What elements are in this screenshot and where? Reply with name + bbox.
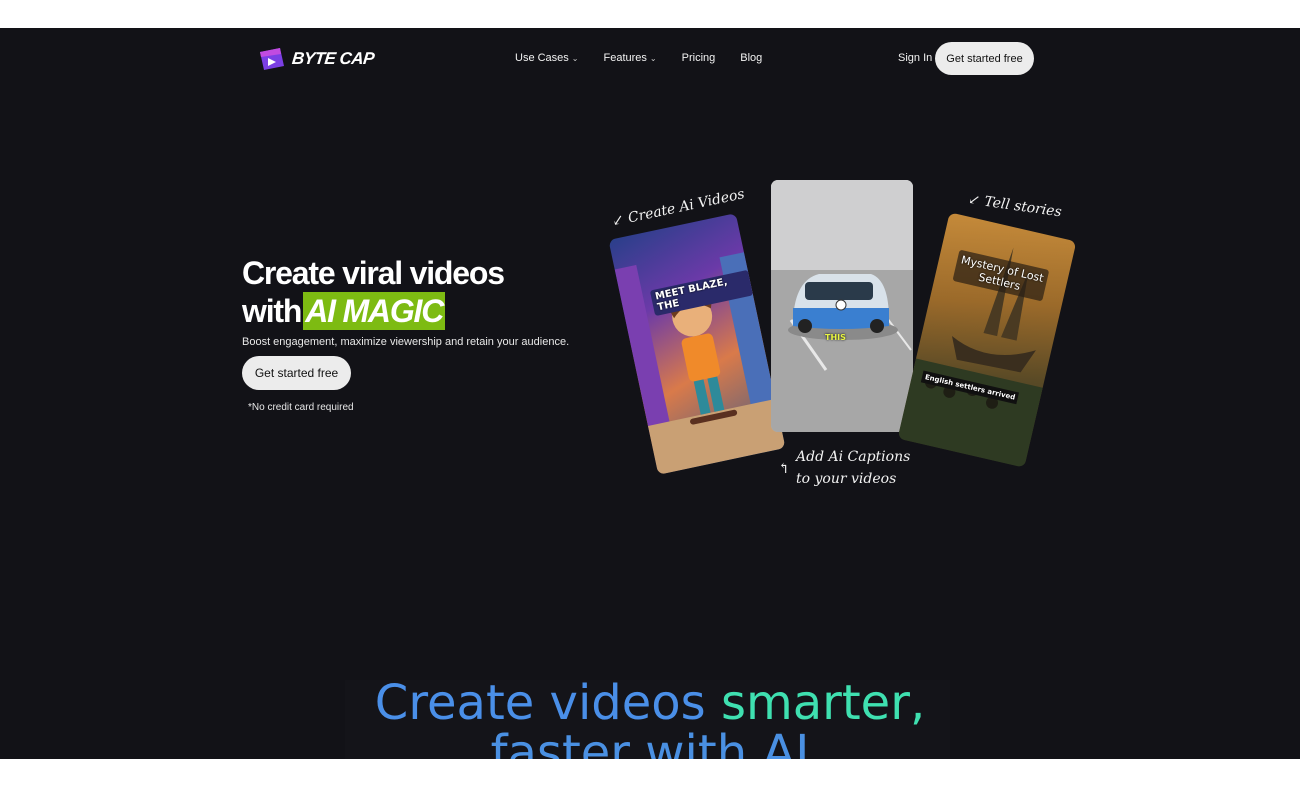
section2-title-part1: Create videos — [374, 675, 706, 731]
nav-label: Features — [603, 52, 647, 64]
ai-captions-preview-card[interactable]: THIS — [771, 180, 913, 432]
ship-story-image — [897, 247, 1043, 468]
nav-item-blog[interactable]: Blog — [740, 52, 762, 64]
section2-title-line2: faster with AI — [490, 725, 810, 759]
storytelling-preview-card[interactable]: Mystery of Lost Settlers English settler… — [897, 212, 1077, 468]
hero-get-started-button[interactable]: Get started free — [242, 356, 351, 390]
nav-get-started-button[interactable]: Get started free — [935, 42, 1034, 75]
nav-item-features[interactable]: Features ⌄ — [604, 52, 657, 64]
chevron-down-icon: ⌄ — [649, 54, 657, 63]
section2-title: Create videos smarter, — [0, 676, 1300, 730]
page-canvas: BYTE CAP Use Cases ⌄ Features ⌄ Pricing … — [0, 28, 1300, 759]
no-credit-card-note: *No credit card required — [248, 402, 354, 413]
video-caption-text: THIS — [825, 333, 846, 342]
chevron-down-icon: ⌄ — [571, 54, 579, 63]
nav-label: Use Cases — [515, 52, 569, 64]
sign-in-link[interactable]: Sign In — [898, 52, 932, 64]
nav-label: Blog — [740, 52, 763, 64]
cartoon-skater-image — [614, 252, 786, 475]
hero-title: Create viral videos with AI MAGIC — [242, 254, 505, 330]
nav-label: Pricing — [681, 52, 716, 64]
hero-subtitle: Boost engagement, maximize viewership an… — [242, 336, 570, 348]
arrow-up-icon: ↰ — [778, 461, 790, 477]
section2-title-part2: smarter, — [720, 675, 926, 731]
tell-stories-label: ↙ Tell stories — [967, 191, 1063, 221]
car-video-image — [771, 180, 913, 432]
play-logo-icon — [258, 46, 286, 72]
main-nav: Use Cases ⌄ Features ⌄ Pricing Blog — [515, 52, 762, 64]
ai-video-preview-card[interactable]: MEET BLAZE, THE — [608, 213, 786, 475]
brand-logo[interactable]: BYTE CAP — [258, 46, 376, 72]
hero-title-prefix: with — [242, 293, 302, 329]
add-ai-captions-line1: Add Ai Captions — [796, 449, 911, 465]
add-ai-captions-label: Add Ai Captions to your videos — [796, 446, 910, 490]
brand-name: BYTE CAP — [291, 49, 376, 68]
add-ai-captions-line2: to your videos — [796, 471, 897, 487]
hero-title-highlight: AI MAGIC — [303, 292, 446, 330]
nav-item-use-cases[interactable]: Use Cases ⌄ — [515, 52, 579, 64]
hero-title-line1: Create viral videos — [242, 255, 505, 291]
nav-item-pricing[interactable]: Pricing — [682, 52, 716, 64]
